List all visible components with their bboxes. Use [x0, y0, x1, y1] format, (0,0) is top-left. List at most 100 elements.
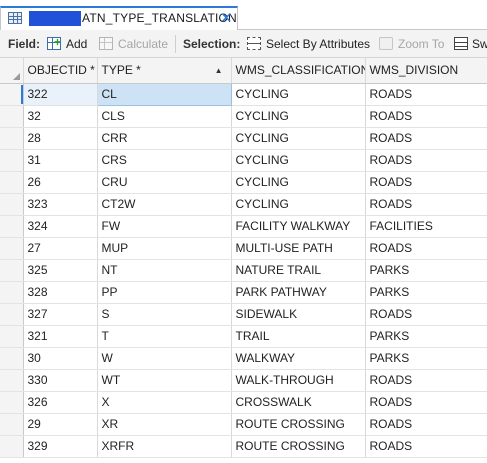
cell-wms-classification[interactable]: WALK-THROUGH [231, 369, 366, 392]
cell-objectid[interactable]: 330 [23, 369, 98, 392]
cell-wms-division[interactable]: ROADS [365, 149, 487, 172]
cell-type[interactable]: S [97, 303, 232, 326]
cell-type[interactable]: XRFR [97, 435, 232, 458]
table-row[interactable]: 30 W WALKWAY PARKS [0, 347, 487, 370]
select-by-attributes-button[interactable]: Select By Attributes [266, 37, 370, 51]
switch-selection-button[interactable]: Sw [472, 37, 487, 51]
table-row[interactable]: 32 CLS CYCLING ROADS [0, 105, 487, 128]
cell-type[interactable]: XR [97, 413, 232, 436]
cell-wms-division[interactable]: ROADS [365, 171, 487, 194]
cell-objectid[interactable]: 329 [23, 435, 98, 458]
cell-wms-classification[interactable]: FACILITY WALKWAY [231, 215, 366, 238]
cell-type[interactable]: FW [97, 215, 232, 238]
row-header[interactable] [0, 413, 24, 436]
table-row[interactable]: 29 XR ROUTE CROSSING ROADS [0, 413, 487, 436]
cell-wms-division[interactable]: ROADS [365, 105, 487, 128]
row-header[interactable] [0, 171, 24, 194]
cell-objectid[interactable]: 31 [23, 149, 98, 172]
cell-objectid[interactable]: 324 [23, 215, 98, 238]
cell-type[interactable]: NT [97, 259, 232, 282]
cell-objectid[interactable]: 26 [23, 171, 98, 194]
cell-type[interactable]: CRS [97, 149, 232, 172]
cell-wms-division[interactable]: FACILITIES [365, 215, 487, 238]
table-tab[interactable]: ATN_TYPE_TRANSLATION ✕ [0, 6, 238, 30]
cell-objectid[interactable]: 326 [23, 391, 98, 414]
cell-wms-division[interactable]: ROADS [365, 237, 487, 260]
cell-objectid[interactable]: 325 [23, 259, 98, 282]
cell-objectid[interactable]: 32 [23, 105, 98, 128]
select-all-corner[interactable] [0, 58, 24, 84]
select-by-attributes-icon[interactable] [247, 37, 261, 50]
table-row[interactable]: 323 CT2W CYCLING ROADS [0, 193, 487, 216]
row-header[interactable] [0, 391, 24, 414]
table-row[interactable]: 328 PP PARK PATHWAY PARKS [0, 281, 487, 304]
cell-type[interactable]: CLS [97, 105, 232, 128]
table-row[interactable]: 321 T TRAIL PARKS [0, 325, 487, 348]
zoom-to-button[interactable]: Zoom To [398, 37, 444, 51]
cell-wms-classification[interactable]: MULTI-USE PATH [231, 237, 366, 260]
table-row[interactable]: 26 CRU CYCLING ROADS [0, 171, 487, 194]
cell-wms-division[interactable]: ROADS [365, 435, 487, 458]
cell-wms-classification[interactable]: ROUTE CROSSING [231, 435, 366, 458]
row-header[interactable] [0, 149, 24, 172]
row-header[interactable] [0, 83, 24, 106]
table-row[interactable]: 31 CRS CYCLING ROADS [0, 149, 487, 172]
row-header[interactable] [0, 325, 24, 348]
cell-wms-division[interactable]: ROADS [365, 391, 487, 414]
row-header[interactable] [0, 435, 24, 458]
cell-type[interactable]: X [97, 391, 232, 414]
cell-wms-classification[interactable]: TRAIL [231, 325, 366, 348]
cell-objectid[interactable]: 28 [23, 127, 98, 150]
cell-wms-division[interactable]: ROADS [365, 193, 487, 216]
cell-wms-division[interactable]: PARKS [365, 281, 487, 304]
table-row[interactable]: 325 NT NATURE TRAIL PARKS [0, 259, 487, 282]
cell-wms-classification[interactable]: SIDEWALK [231, 303, 366, 326]
column-header-wms-classification[interactable]: WMS_CLASSIFICATION [231, 58, 366, 84]
cell-objectid[interactable]: 322 [23, 83, 98, 106]
row-header[interactable] [0, 369, 24, 392]
row-header[interactable] [0, 193, 24, 216]
cell-wms-classification[interactable]: CYCLING [231, 149, 366, 172]
cell-wms-division[interactable]: ROADS [365, 413, 487, 436]
cell-wms-division[interactable]: ROADS [365, 369, 487, 392]
add-field-icon[interactable] [47, 35, 61, 50]
row-header[interactable] [0, 127, 24, 150]
cell-wms-classification[interactable]: CYCLING [231, 83, 366, 106]
cell-wms-classification[interactable]: CYCLING [231, 171, 366, 194]
cell-objectid[interactable]: 29 [23, 413, 98, 436]
cell-type[interactable]: PP [97, 281, 232, 304]
cell-wms-division[interactable]: ROADS [365, 127, 487, 150]
row-header[interactable] [0, 303, 24, 326]
cell-wms-division[interactable]: PARKS [365, 347, 487, 370]
row-header[interactable] [0, 259, 24, 282]
cell-objectid[interactable]: 321 [23, 325, 98, 348]
row-header[interactable] [0, 281, 24, 304]
add-field-button[interactable]: Add [66, 37, 87, 51]
cell-wms-division[interactable]: ROADS [365, 83, 487, 106]
switch-selection-icon[interactable] [454, 37, 468, 50]
close-icon[interactable]: ✕ [220, 9, 233, 27]
column-header-wms-division[interactable]: WMS_DIVISION [365, 58, 487, 84]
cell-wms-division[interactable]: ROADS [365, 303, 487, 326]
table-row[interactable]: 326 X CROSSWALK ROADS [0, 391, 487, 414]
cell-wms-division[interactable]: PARKS [365, 259, 487, 282]
cell-objectid[interactable]: 328 [23, 281, 98, 304]
cell-wms-division[interactable]: PARKS [365, 325, 487, 348]
cell-type[interactable]: CL [96, 82, 232, 106]
table-row[interactable]: 327 S SIDEWALK ROADS [0, 303, 487, 326]
column-header-type[interactable]: TYPE * ▲ [97, 58, 232, 84]
row-header[interactable] [0, 105, 24, 128]
calculate-button[interactable]: Calculate [118, 37, 168, 51]
cell-type[interactable]: MUP [97, 237, 232, 260]
cell-wms-classification[interactable]: ROUTE CROSSING [231, 413, 366, 436]
cell-wms-classification[interactable]: CYCLING [231, 127, 366, 150]
table-row[interactable]: 322 CL CYCLING ROADS [0, 82, 487, 106]
row-header[interactable] [0, 237, 24, 260]
cell-wms-classification[interactable]: CYCLING [231, 105, 366, 128]
cell-wms-classification[interactable]: PARK PATHWAY [231, 281, 366, 304]
cell-type[interactable]: CRR [97, 127, 232, 150]
cell-type[interactable]: WT [97, 369, 232, 392]
table-row[interactable]: 28 CRR CYCLING ROADS [0, 127, 487, 150]
cell-wms-classification[interactable]: CYCLING [231, 193, 366, 216]
table-row[interactable]: 330 WT WALK-THROUGH ROADS [0, 369, 487, 392]
